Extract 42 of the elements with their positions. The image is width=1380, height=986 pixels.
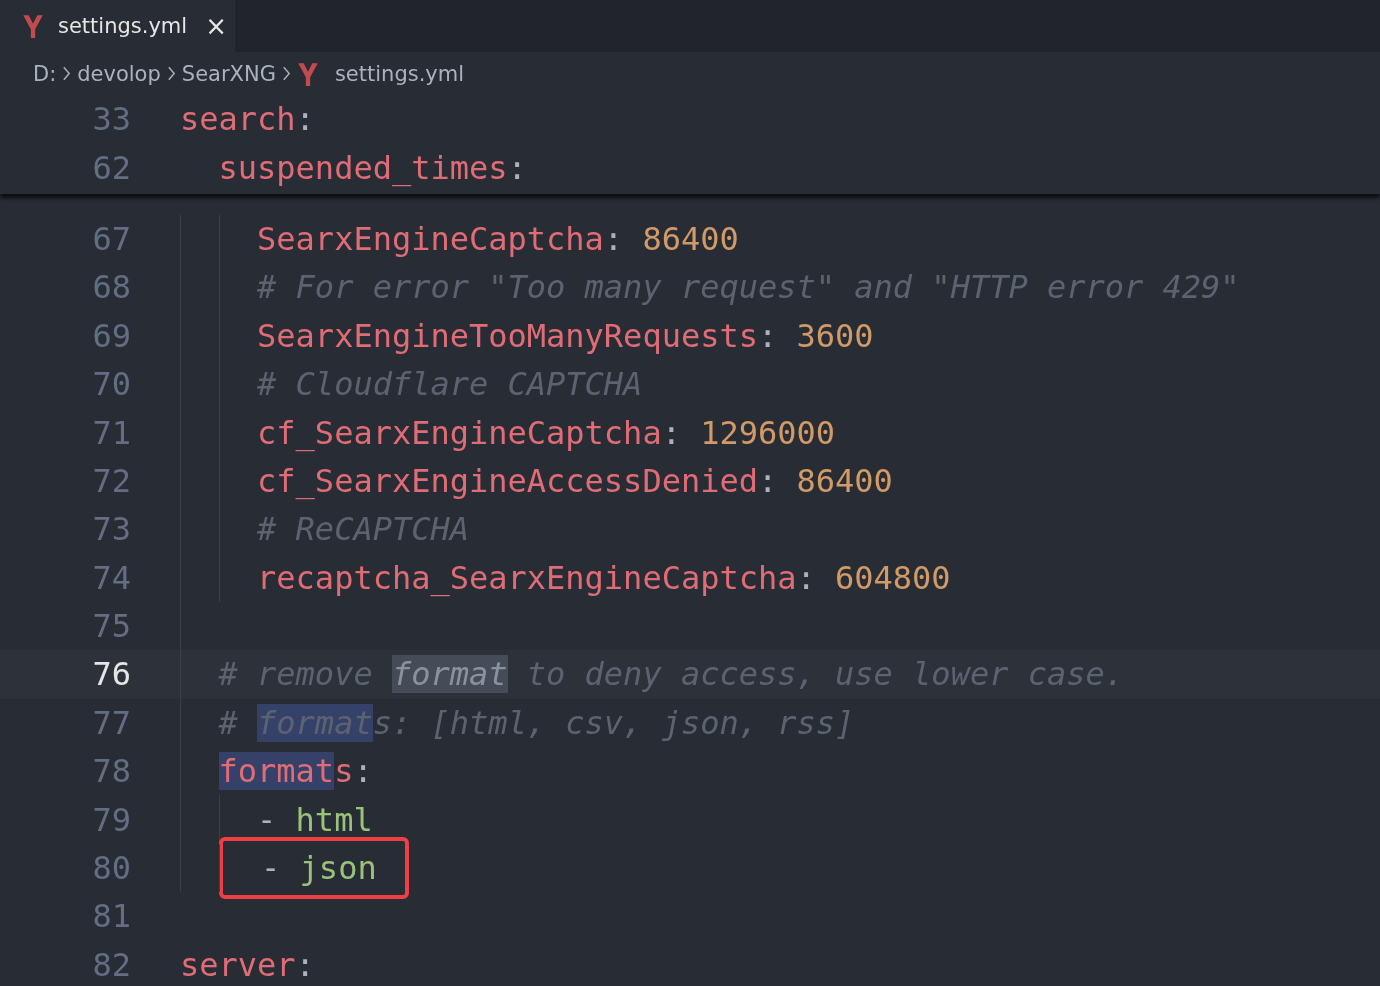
code-line: cf_SearxEngineCaptcha: 1296000 [256, 413, 836, 452]
line-number: 67 [91, 219, 131, 258]
code-line: # ReCAPTCHA [256, 510, 469, 549]
code-line: # For error "Too many request" and "HTTP error 429" [256, 268, 1240, 307]
line-number: 78 [91, 752, 131, 791]
chevron-icon [166, 65, 176, 82]
code-line: recaptcha_SearxEngineCaptcha: 604800 [256, 558, 951, 597]
line-number: 69 [91, 316, 131, 355]
close-button[interactable]: × [201, 13, 231, 39]
breadcrumb-item[interactable]: SearXNG [181, 61, 276, 86]
line-number: 77 [91, 703, 131, 742]
breadcrumb-item[interactable]: settings.yml [334, 61, 465, 86]
line-number: 70 [91, 365, 131, 404]
code-line: - html [256, 800, 373, 839]
line-number: 81 [91, 897, 131, 936]
code-line: # Cloudflare CAPTCHA [256, 365, 643, 404]
line-number: 73 [91, 510, 131, 549]
code-line: suspended_times: [217, 148, 527, 187]
breadcrumb-item[interactable]: D: [33, 61, 57, 86]
yaml-file-icon [22, 13, 44, 39]
code-line: SearxEngineCaptcha: 86400 [256, 219, 739, 258]
line-number: 79 [91, 800, 131, 839]
line-number: 33 [91, 100, 131, 139]
line-number: 71 [91, 413, 131, 452]
code-line: server: [180, 945, 315, 984]
chevron-icon [281, 65, 291, 82]
code-line: SearxEngineTooManyRequests: 3600 [256, 316, 874, 355]
line-number: 76 [91, 655, 131, 694]
code-line: search: [180, 100, 315, 139]
line-number: 68 [91, 268, 131, 307]
code-line: cf_SearxEngineAccessDenied: 86400 [256, 461, 893, 500]
tab-label: settings.yml [58, 14, 188, 38]
line-number: 62 [91, 148, 131, 187]
line-number: 74 [91, 558, 131, 597]
line-number: 72 [91, 461, 131, 500]
line-number: 80 [91, 849, 131, 888]
breadcrumb-item[interactable]: devolop [77, 61, 161, 86]
yaml-file-icon [296, 60, 319, 87]
line-number: 75 [91, 607, 131, 646]
line-number: 82 [91, 945, 131, 984]
editor-tab[interactable]: settings.yml × [0, 0, 235, 52]
chevron-icon [62, 65, 72, 82]
